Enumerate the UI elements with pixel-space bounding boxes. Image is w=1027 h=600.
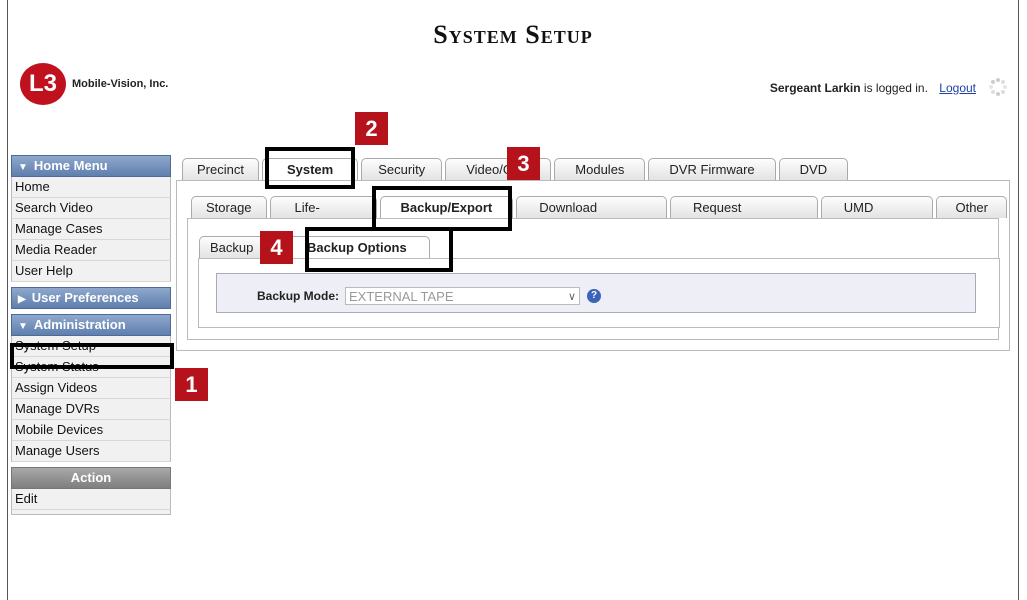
sidebar-item-manage-users[interactable]: Manage Users (11, 441, 171, 462)
tab-other[interactable]: Other (936, 196, 1007, 218)
highlight-backup-export-tab (372, 186, 512, 231)
sidebar-item-manage-cases[interactable]: Manage Cases (11, 219, 171, 240)
administration-label: Administration (33, 317, 126, 332)
triangle-down-icon: ▼ (18, 321, 28, 332)
tab-umd-types[interactable]: UMD Types (820, 196, 934, 237)
company-name: Mobile-Vision, Inc. (72, 78, 169, 90)
company-logo: L3 Mobile-Vision, Inc. (20, 63, 168, 105)
page-title: System Setup (433, 20, 593, 49)
callout-4: 4 (260, 231, 293, 264)
sidebar-item-user-help[interactable]: User Help (11, 261, 171, 282)
tab-dvr-firmware[interactable]: DVR Firmware (648, 158, 776, 180)
backup-mode-label: Backup Mode: (257, 289, 340, 303)
sidebar-item-assign-videos[interactable]: Assign Videos (11, 378, 171, 399)
tab-storage[interactable]: Storage (191, 196, 267, 218)
tab-security[interactable]: Security (361, 158, 443, 180)
logged-in-text: is logged in. (860, 81, 928, 95)
sidebar-footer (11, 510, 171, 515)
tab-request-reasons[interactable]: Request Reasons (669, 196, 818, 237)
user-status: Sergeant Larkin is logged in. Logout (770, 81, 976, 95)
user-preferences-header[interactable]: ▶ User Preferences (11, 287, 171, 309)
logout-link[interactable]: Logout (939, 81, 976, 95)
callout-2: 2 (355, 112, 388, 145)
sidebar-item-media-reader[interactable]: Media Reader (11, 240, 171, 261)
tab-precinct[interactable]: Precinct (182, 158, 259, 180)
home-menu-label: Home Menu (33, 158, 108, 173)
sidebar-item-home[interactable]: Home (11, 177, 171, 198)
sidebar: ▼ Home Menu Home Search Video Manage Case… (11, 155, 171, 515)
user-preferences-label: User Preferences (31, 290, 139, 305)
sidebar-item-search-video[interactable]: Search Video (11, 198, 171, 219)
callout-3: 3 (507, 147, 540, 180)
loading-spinner-icon (989, 78, 1007, 96)
triangle-down-icon: ▼ (18, 162, 28, 173)
chevron-down-icon: ∨ (567, 291, 576, 303)
triangle-right-icon: ▶ (18, 294, 26, 305)
highlight-backup-options-tab (305, 227, 453, 272)
backup-mode-row: Backup Mode: EXTERNAL TAPE ∨ ? (216, 273, 976, 313)
sidebar-item-manage-dvrs[interactable]: Manage DVRs (11, 399, 171, 420)
action-header: Action (11, 467, 171, 489)
backup-mode-value: EXTERNAL TAPE (349, 289, 454, 304)
sidebar-item-mobile-devices[interactable]: Mobile Devices (11, 420, 171, 441)
tab-dvd[interactable]: DVD (778, 158, 849, 180)
callout-1: 1 (175, 368, 208, 401)
help-icon[interactable]: ? (587, 289, 601, 303)
sidebar-item-edit[interactable]: Edit (11, 489, 171, 510)
secondary-tabs: Storage Life-Cycle Backup/Export Downloa… (191, 196, 1010, 237)
tab-modules[interactable]: Modules (554, 158, 646, 180)
tab-download-options[interactable]: Download Options (516, 196, 667, 237)
highlight-system-setup (10, 343, 174, 369)
tab-life-cycle[interactable]: Life-Cycle (269, 196, 377, 237)
administration-header[interactable]: ▼ Administration (11, 314, 171, 336)
home-menu-header[interactable]: ▼ Home Menu (11, 155, 171, 177)
backup-mode-select[interactable]: EXTERNAL TAPE ∨ (345, 287, 580, 305)
user-name: Sergeant Larkin (769, 81, 861, 95)
highlight-system-tab (265, 147, 355, 189)
l3-logo-icon: L3 (20, 63, 66, 105)
